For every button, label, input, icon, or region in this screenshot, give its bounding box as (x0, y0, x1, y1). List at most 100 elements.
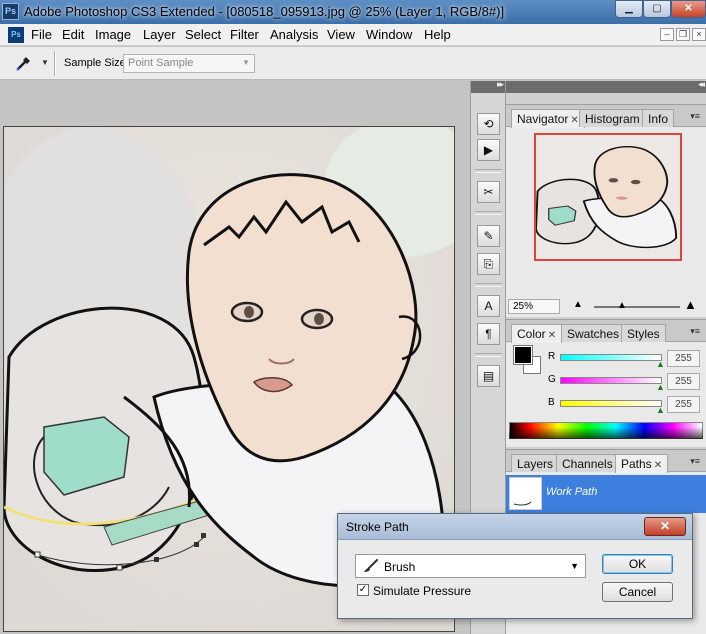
tab-histogram[interactable]: Histogram (579, 109, 646, 127)
tab-label: Paths (621, 457, 652, 471)
document-icon[interactable]: Ps (8, 27, 24, 43)
layer-comps-icon[interactable]: ▤ (477, 365, 500, 387)
dialog-title-bar[interactable]: Stroke Path ✕ (338, 514, 692, 540)
doc-restore-icon[interactable]: ❐ (676, 28, 690, 41)
close-icon[interactable]: ✕ (570, 115, 578, 126)
color-tabs: Color ✕ Swatches Styles ▾≡ (506, 320, 706, 343)
tool-preset-arrow-icon[interactable]: ▼ (41, 58, 49, 67)
close-icon[interactable]: ✕ (654, 460, 662, 471)
tab-navigator[interactable]: Navigator ✕ (511, 109, 585, 128)
tab-paths[interactable]: Paths ✕ (615, 454, 669, 473)
menu-layer[interactable]: Layer (143, 27, 176, 42)
tab-label: Swatches (567, 327, 620, 341)
sample-size-label: Sample Size: (64, 57, 129, 69)
paths-tabs: Layers Channels Paths ✕ ▾≡ (506, 450, 706, 473)
brushes-icon[interactable]: ✎ (477, 225, 500, 247)
channel-row-b: B ▲ 255 (506, 396, 706, 415)
menu-select[interactable]: Select (185, 27, 221, 42)
panel-menu-icon[interactable]: ▾≡ (690, 111, 700, 122)
options-divider (54, 51, 56, 76)
simulate-pressure-checkbox[interactable]: ✓ (357, 584, 369, 596)
tab-channels[interactable]: Channels (556, 454, 619, 472)
minimize-button[interactable]: ▁ (615, 0, 643, 18)
channel-r-value[interactable]: 255 (667, 350, 700, 367)
brush-icon (364, 559, 378, 572)
paragraph-icon[interactable]: ¶ (477, 323, 500, 345)
zoom-in-icon[interactable]: ▲ (684, 297, 697, 312)
tab-label: Navigator (517, 112, 569, 126)
chevron-down-icon: ▼ (570, 561, 579, 571)
slider-thumb-icon[interactable]: ▲ (656, 359, 665, 369)
tab-styles[interactable]: Styles (621, 324, 666, 342)
stroke-path-dialog: Stroke Path ✕ Brush ▼ ✓ Simulate Pressur… (337, 513, 693, 619)
history-icon[interactable]: ⟲ (477, 113, 500, 135)
stroke-tool-select[interactable]: Brush ▼ (355, 554, 586, 578)
menu-analysis[interactable]: Analysis (270, 27, 318, 42)
sample-size-select[interactable]: Point Sample ▼ (123, 54, 255, 73)
doc-close-icon[interactable]: × (692, 28, 706, 41)
close-button[interactable]: ✕ (671, 0, 706, 18)
menu-help[interactable]: Help (424, 27, 451, 42)
slider-thumb-icon[interactable]: ▲ (656, 405, 665, 415)
navigator-thumbnail-image (536, 135, 680, 259)
channel-b-value[interactable]: 255 (667, 396, 700, 413)
clone-source-icon[interactable]: ⎘ (477, 253, 500, 275)
tab-info[interactable]: Info (642, 109, 675, 127)
zoom-slider-thumb[interactable]: ▲ (617, 300, 627, 311)
zoom-slider-track[interactable] (594, 306, 680, 308)
ok-button[interactable]: OK (602, 554, 673, 574)
dock-divider (475, 283, 502, 287)
channel-row-g: G ▲ 255 (506, 373, 706, 392)
close-icon[interactable]: ✕ (548, 330, 556, 341)
doc-minimize-icon[interactable]: – (660, 28, 674, 41)
window-title: Adobe Photoshop CS3 Extended - [080518_0… (24, 4, 505, 19)
navigator-zoom-controls: 25% ▲ ▲ ▲ (506, 297, 706, 316)
dock-divider (475, 211, 502, 215)
menu-file[interactable]: File (31, 27, 52, 42)
tool-presets-icon[interactable]: ✂ (477, 181, 500, 203)
title-bar: Ps Adobe Photoshop CS3 Extended - [08051… (0, 0, 706, 24)
options-bar: ▼ Sample Size: Point Sample ▼ (0, 47, 706, 80)
channel-r-slider[interactable] (560, 354, 662, 361)
menu-edit[interactable]: Edit (62, 27, 84, 42)
tab-label: Info (648, 112, 669, 126)
zoom-percent-field[interactable]: 25% (508, 299, 560, 314)
tab-color[interactable]: Color ✕ (511, 324, 563, 343)
tab-label: Layers (517, 457, 554, 471)
channel-b-slider[interactable] (560, 400, 662, 407)
simulate-pressure-label[interactable]: Simulate Pressure (373, 584, 471, 598)
navigator-preview[interactable] (534, 133, 682, 261)
dock-header[interactable]: ▸▸ (471, 79, 505, 93)
menu-view[interactable]: View (327, 27, 355, 42)
panels-header[interactable]: ◂◂ (506, 79, 706, 93)
channel-label: G (548, 374, 556, 385)
actions-icon[interactable]: ▶ (477, 139, 500, 161)
tab-label: Color (517, 327, 546, 341)
channel-label: R (548, 351, 556, 362)
channel-label: B (548, 397, 555, 408)
panel-menu-icon[interactable]: ▾≡ (690, 326, 700, 337)
tab-label: Styles (627, 327, 660, 341)
path-row-work-path[interactable]: Work Path (506, 475, 706, 513)
navigator-tabs: Navigator ✕ Histogram Info ▾≡ (506, 105, 706, 128)
zoom-out-icon[interactable]: ▲ (573, 299, 583, 310)
foreground-color-swatch[interactable] (513, 345, 533, 365)
path-thumbnail (509, 477, 542, 510)
menu-filter[interactable]: Filter (230, 27, 259, 42)
dialog-close-button[interactable]: ✕ (644, 517, 686, 536)
eyedropper-icon[interactable] (14, 53, 34, 73)
character-icon[interactable]: A (477, 295, 500, 317)
slider-thumb-icon[interactable]: ▲ (656, 382, 665, 392)
navigator-panel: Navigator ✕ Histogram Info ▾≡ 25% ▲ ▲ ▲ (506, 104, 706, 317)
panel-menu-icon[interactable]: ▾≡ (690, 456, 700, 467)
channel-g-slider[interactable] (560, 377, 662, 384)
maximize-button[interactable]: ▢ (643, 0, 671, 18)
tab-layers[interactable]: Layers (511, 454, 560, 472)
cancel-button[interactable]: Cancel (602, 582, 673, 602)
menu-window[interactable]: Window (366, 27, 412, 42)
menu-image[interactable]: Image (95, 27, 131, 42)
tab-label: Channels (562, 457, 613, 471)
tab-swatches[interactable]: Swatches (561, 324, 626, 342)
channel-g-value[interactable]: 255 (667, 373, 700, 390)
photoshop-logo-icon: Ps (2, 3, 19, 20)
